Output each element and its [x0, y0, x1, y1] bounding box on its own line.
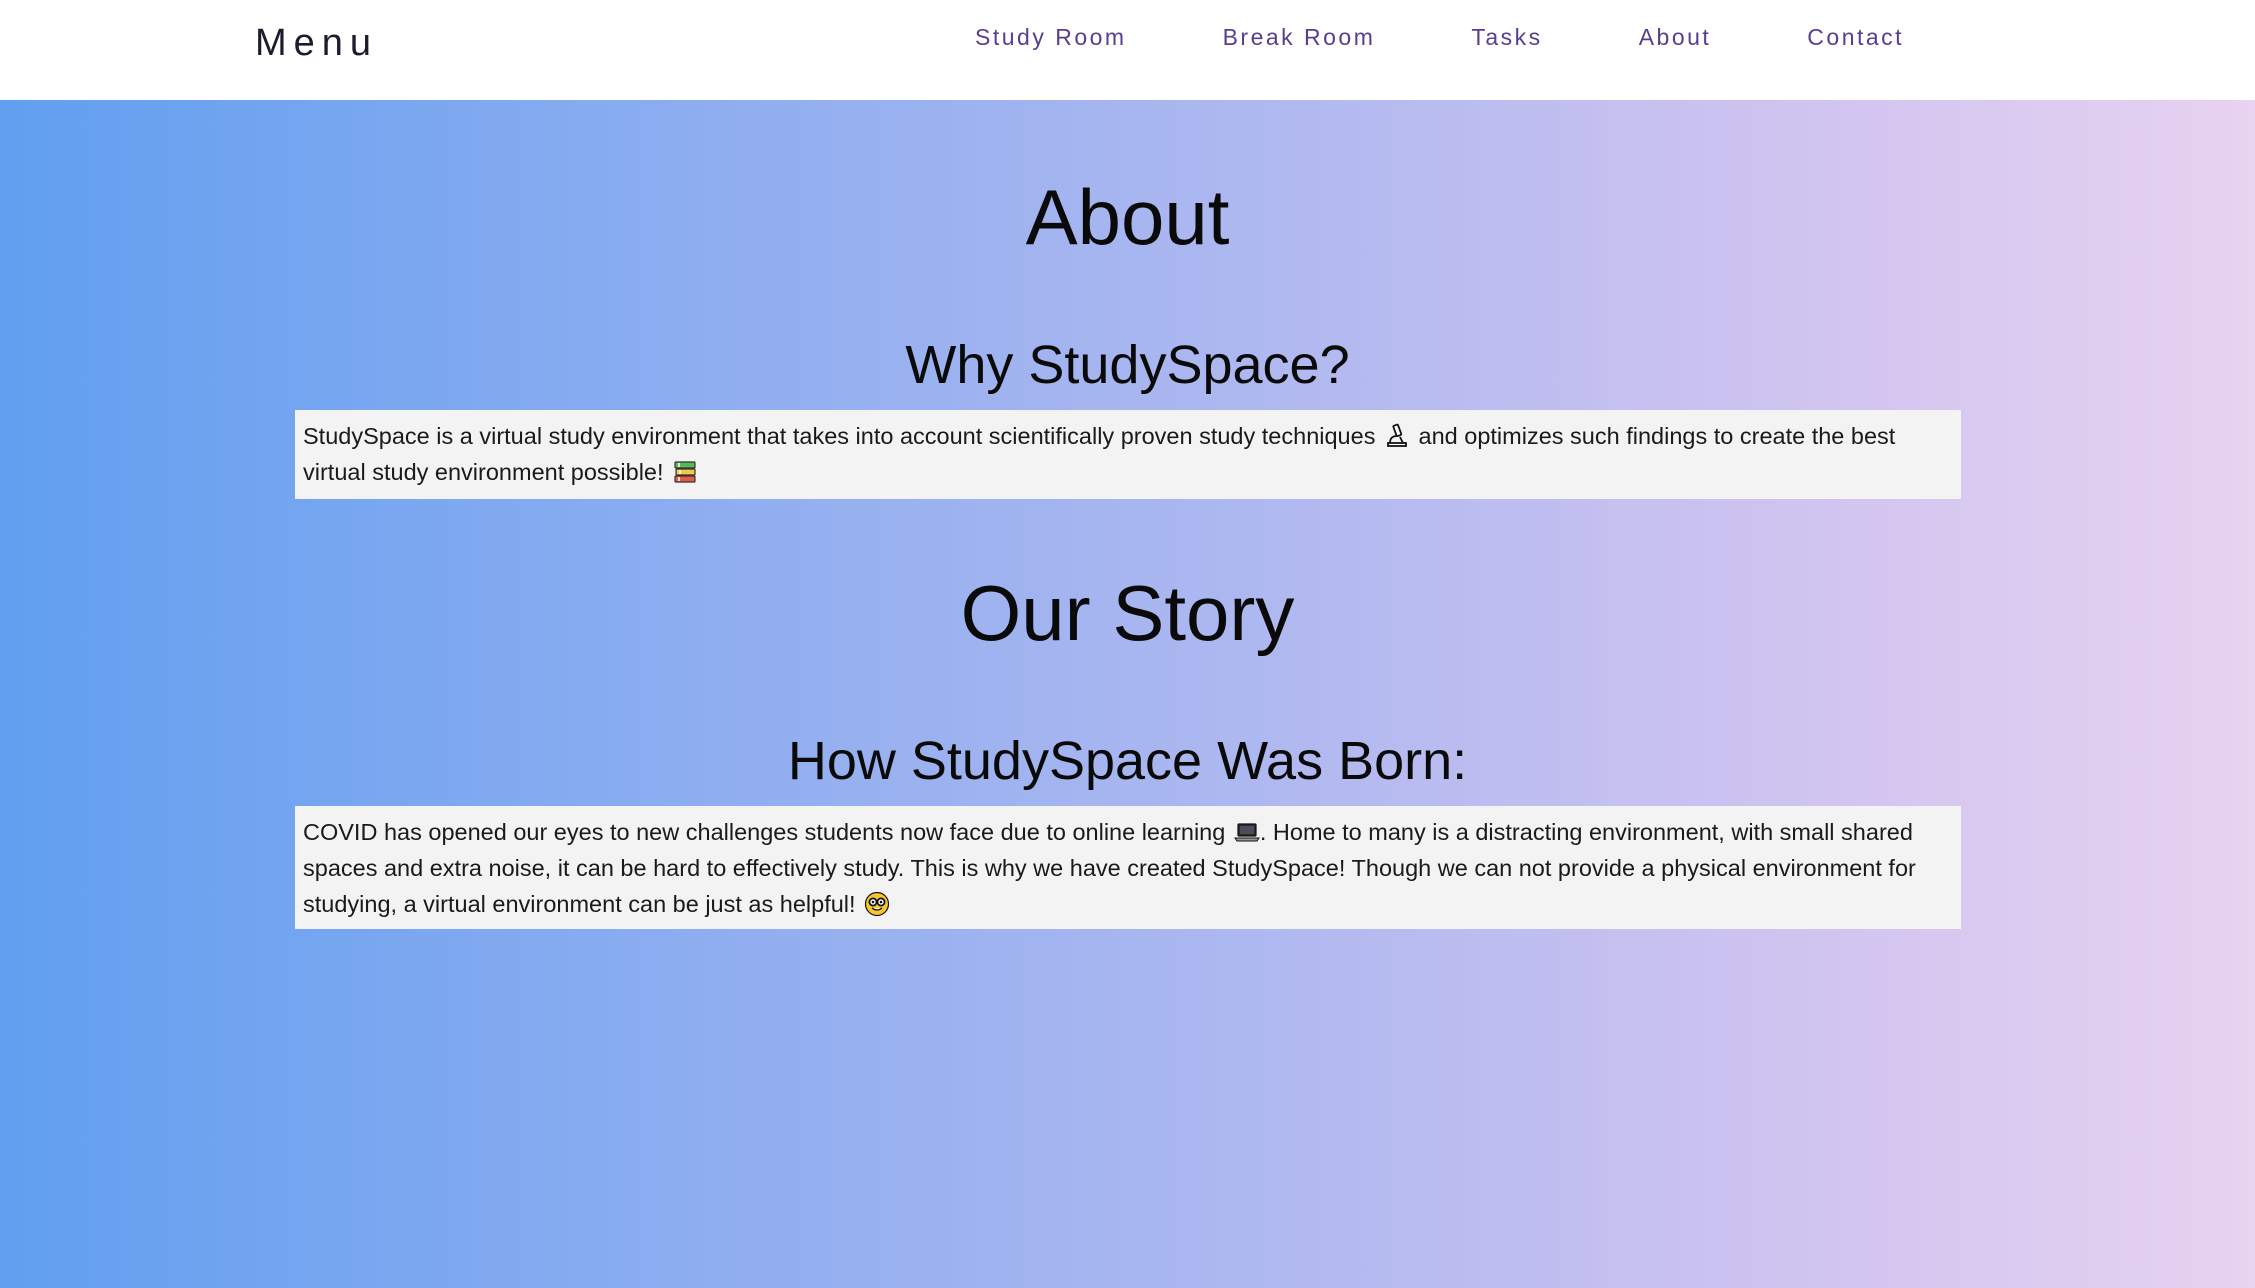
books-icon — [674, 461, 696, 483]
born-paragraph: COVID has opened our eyes to new challen… — [295, 806, 1961, 929]
nav-link-study-room[interactable]: Study Room — [975, 24, 1127, 51]
nav-link-contact[interactable]: Contact — [1807, 24, 1904, 51]
nav-link-break-room[interactable]: Break Room — [1223, 24, 1376, 51]
nav-link-tasks[interactable]: Tasks — [1471, 24, 1542, 51]
nav-links: Study Room Break Room Tasks About Contac… — [975, 24, 1904, 51]
nerd-face-icon — [864, 891, 890, 917]
why-heading: Why StudySpace? — [905, 335, 1350, 395]
microscope-icon — [1387, 423, 1407, 447]
page-title: About — [1025, 173, 1230, 261]
story-title: Our Story — [960, 569, 1295, 657]
menu-brand[interactable]: Menu — [255, 22, 378, 65]
laptop-icon — [1233, 823, 1260, 842]
why-paragraph: StudySpace is a virtual study environmen… — [295, 410, 1961, 499]
navbar: Menu Study Room Break Room Tasks About C… — [0, 0, 2255, 100]
born-heading: How StudySpace Was Born: — [787, 731, 1468, 791]
born-text-1: COVID has opened our eyes to new challen… — [303, 819, 1226, 845]
nav-link-about[interactable]: About — [1639, 24, 1712, 51]
why-text-1: StudySpace is a virtual study environmen… — [303, 423, 1376, 449]
